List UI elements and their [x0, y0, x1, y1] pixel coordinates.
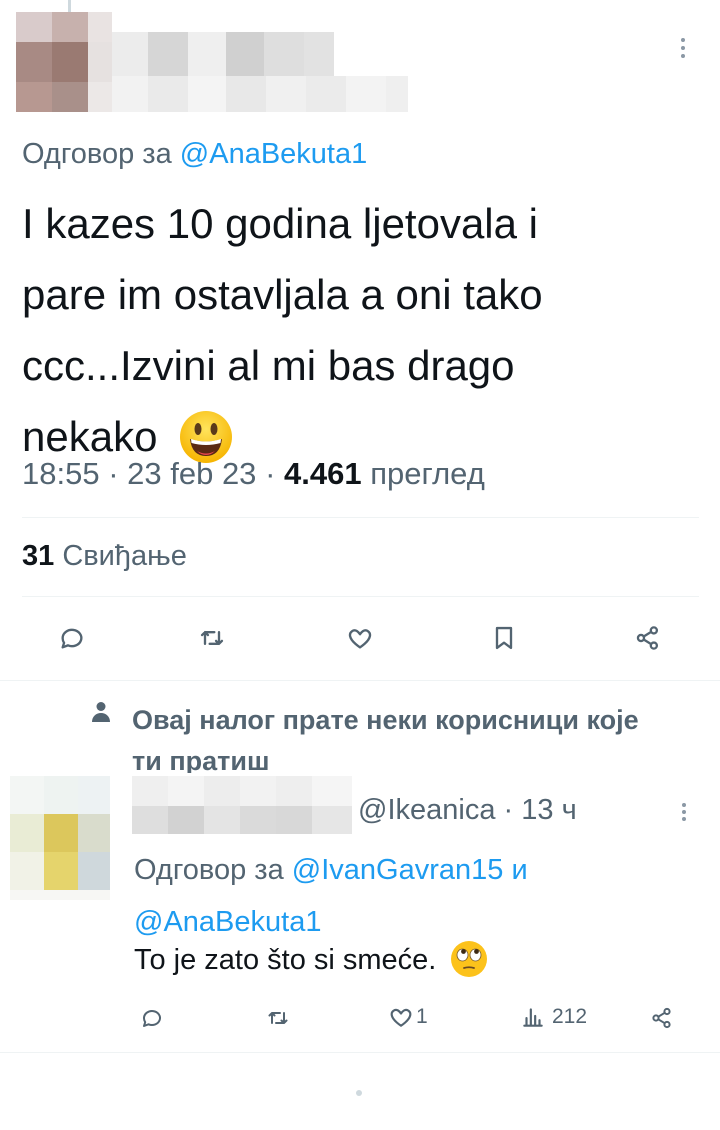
user-handle[interactable]: @Ikeanica — [358, 794, 495, 826]
views-count: 212 — [552, 1005, 588, 1028]
person-icon — [90, 700, 112, 724]
blurred-user-name[interactable] — [112, 32, 412, 112]
reply-context: Одговор за @IvanGavran15 и @AnaBekuta1 — [134, 854, 528, 938]
reply-prefix: Одговор за — [22, 138, 172, 170]
tweet-age[interactable]: 13 ч — [521, 794, 576, 826]
divider — [22, 517, 699, 518]
more-options-icon[interactable] — [676, 34, 690, 66]
views-label: преглед — [370, 456, 485, 491]
reply-to-mention[interactable]: @AnaBekuta1 — [180, 138, 367, 170]
social-context: Овај налог прате неки корисници које ти … — [132, 705, 639, 773]
tweet-meta: 18:55 · 23 feb 23 · 4.461 преглед — [22, 456, 485, 491]
share-button[interactable] — [628, 618, 668, 658]
likes-stat[interactable]: 31 Свиђање — [22, 540, 187, 573]
retweet-icon — [200, 631, 224, 645]
more-options-icon[interactable] — [678, 800, 690, 829]
avatar-blurred[interactable] — [10, 776, 110, 900]
tweet-date[interactable]: 23 feb 23 — [127, 456, 256, 491]
like-icon — [390, 1008, 412, 1027]
like-button[interactable] — [340, 618, 380, 658]
share-icon — [636, 626, 659, 650]
views-button[interactable]: 212 — [520, 1004, 587, 1030]
divider — [0, 1052, 720, 1053]
tweet-text-line: I kazes 10 godina ljetovala i — [22, 200, 538, 247]
reply-icon — [61, 628, 83, 649]
like-count: 1 — [416, 1005, 428, 1028]
face-with-rolling-eyes-emoji — [450, 940, 488, 978]
share-button[interactable] — [642, 998, 682, 1038]
loading-indicator — [356, 1090, 362, 1096]
tweet-text-line: pare im ostavljala a oni tako — [22, 271, 543, 318]
reply-icon — [143, 1010, 161, 1027]
thread-line — [68, 0, 71, 12]
retweet-button[interactable] — [258, 998, 298, 1038]
likes-label: Свиђање — [62, 540, 187, 572]
divider — [0, 680, 720, 681]
tweet-text-line: ccc...Izvini al mi bas drago — [22, 342, 515, 389]
blurred-user-name[interactable] — [132, 776, 352, 834]
share-icon — [652, 1007, 671, 1029]
like-button[interactable]: 1 — [388, 1004, 428, 1030]
reply-to-mention[interactable]: @AnaBekuta1 — [134, 906, 321, 938]
views-count: 4.461 — [284, 456, 362, 491]
likes-count: 31 — [22, 540, 55, 572]
bookmark-icon — [495, 626, 513, 650]
tweet-text: I kazes 10 godina ljetovala i pare im os… — [22, 188, 543, 472]
views-icon — [523, 1008, 543, 1027]
reply-header: @Ikeanica · 13 ч — [358, 794, 577, 826]
reply-button[interactable] — [52, 618, 92, 658]
reply-button[interactable] — [132, 998, 172, 1038]
avatar-blurred[interactable] — [16, 12, 112, 112]
tweet-time[interactable]: 18:55 — [22, 456, 100, 491]
like-icon — [348, 629, 372, 649]
reply-to-mention[interactable]: @IvanGavran15 — [292, 854, 504, 886]
bookmark-button[interactable] — [484, 618, 524, 658]
reply-text: То je zato što si smeće. — [134, 941, 488, 978]
reply-context: Одговор за @AnaBekuta1 — [22, 138, 367, 171]
retweet-icon — [268, 1012, 288, 1024]
divider — [22, 596, 699, 597]
retweet-button[interactable] — [192, 618, 232, 658]
